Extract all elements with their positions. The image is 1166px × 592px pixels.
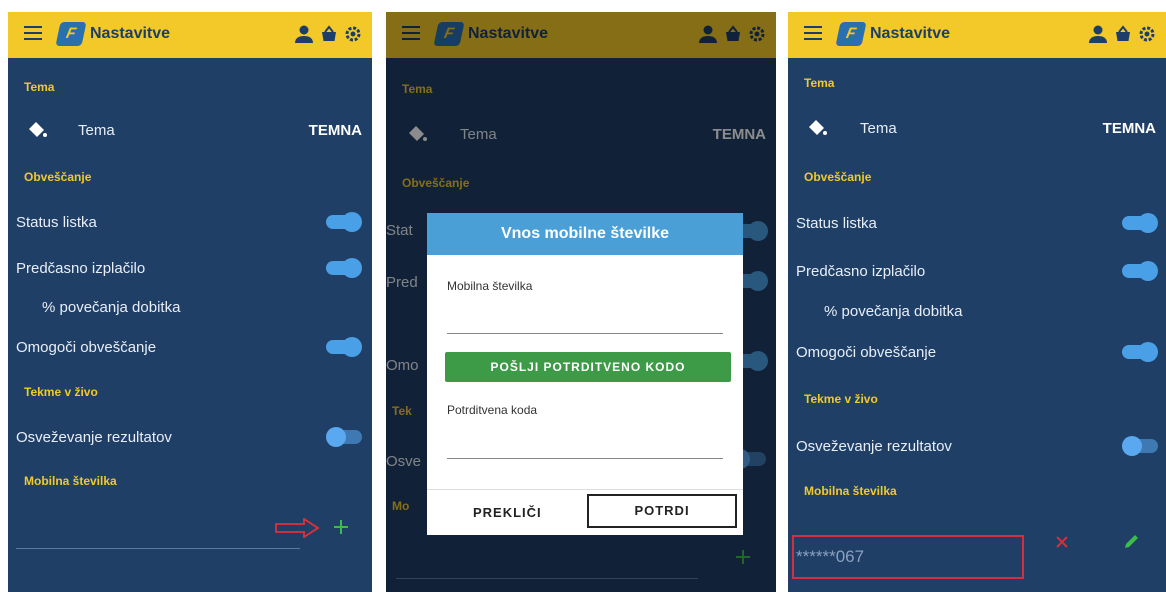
predcasno-label: Predčasno izplačilo <box>796 263 926 280</box>
delete-icon[interactable] <box>1054 534 1070 550</box>
app-logo: F <box>835 22 867 46</box>
omogoci-label: Omogoči obveščanje <box>16 339 157 356</box>
mobile-input-line[interactable] <box>16 548 300 549</box>
mobile-number-dialog: Vnos mobilne številke Mobilna številka P… <box>427 213 743 535</box>
omogoci-toggle[interactable] <box>1122 342 1158 362</box>
status-listka-toggle[interactable] <box>326 212 362 232</box>
osvezevanje-label: Osveževanje rezultatov <box>16 429 172 446</box>
dialog-title: Vnos mobilne številke <box>427 213 743 255</box>
omogoci-toggle[interactable] <box>326 337 362 357</box>
user-icon[interactable] <box>1088 24 1108 44</box>
section-tema: Tema <box>24 80 55 94</box>
app-logo: F <box>55 22 87 46</box>
settings-screen-3: F Nastavitve Tema Tema TEMNA Obveščanje … <box>788 12 1166 592</box>
predcasno-toggle[interactable] <box>326 258 362 278</box>
menu-icon[interactable] <box>804 26 822 40</box>
mobile-number-input[interactable] <box>447 333 723 334</box>
page-title: Nastavitve <box>870 25 951 42</box>
shop-icon[interactable] <box>1114 25 1132 43</box>
section-mobilna: Mobilna številka <box>24 474 117 488</box>
theme-label: Tema <box>860 120 897 137</box>
paint-bucket-icon <box>809 120 827 135</box>
edit-icon[interactable] <box>1122 531 1142 551</box>
predcasno-toggle[interactable] <box>1122 261 1158 281</box>
status-listka-label: Status listka <box>16 214 97 231</box>
osvezevanje-toggle[interactable] <box>1122 436 1158 456</box>
omogoci-label: Omogoči obveščanje <box>796 344 937 361</box>
dialog-divider <box>427 489 743 490</box>
section-tekme: Tekme v živo <box>804 392 878 406</box>
predcasno-label: Predčasno izplačilo <box>16 260 146 277</box>
status-listka-toggle[interactable] <box>1122 213 1158 233</box>
povecanja-label[interactable]: % povečanja dobitka <box>824 303 962 320</box>
shop-icon[interactable] <box>320 25 338 43</box>
send-code-button[interactable]: POŠLJI POTRDITVENO KODO <box>445 352 731 382</box>
settings-screen-1: F Nastavitve Tema Tema TEMNA Obveščanje … <box>8 12 372 592</box>
section-tema: Tema <box>804 76 835 90</box>
status-listka-label: Status listka <box>796 215 877 232</box>
app-header: F Nastavitve <box>788 12 1166 58</box>
settings-icon[interactable] <box>344 25 362 43</box>
page-title: Nastavitve <box>90 25 171 42</box>
user-icon[interactable] <box>294 24 314 44</box>
osvezevanje-toggle[interactable] <box>326 427 362 447</box>
settings-screen-dialog: F Nastavitve Tema Tema TEMNA Obveščanje … <box>386 12 776 592</box>
add-icon[interactable] <box>332 518 350 536</box>
section-tekme: Tekme v živo <box>24 385 98 399</box>
settings-icon[interactable] <box>1138 25 1156 43</box>
osvezevanje-label: Osveževanje rezultatov <box>796 438 952 455</box>
theme-value[interactable]: TEMNA <box>1103 120 1156 137</box>
paint-bucket-icon <box>29 122 47 137</box>
povecanja-label[interactable]: % povečanja dobitka <box>42 299 180 316</box>
mobile-number-label: Mobilna številka <box>447 279 533 293</box>
section-obvescanje: Obveščanje <box>24 170 92 184</box>
confirmation-code-label: Potrditvena koda <box>447 403 538 417</box>
cancel-button[interactable]: PREKLIČI <box>473 505 542 520</box>
app-header: F Nastavitve <box>8 12 372 58</box>
theme-value[interactable]: TEMNA <box>309 122 362 139</box>
section-mobilna: Mobilna številka <box>804 484 897 498</box>
confirm-button[interactable]: POTRDI <box>587 494 737 528</box>
masked-number-text: ******067 <box>796 547 865 566</box>
theme-label: Tema <box>78 122 115 139</box>
menu-icon[interactable] <box>24 26 42 40</box>
arrow-icon <box>275 518 320 538</box>
section-obvescanje: Obveščanje <box>804 170 872 184</box>
confirmation-code-input[interactable] <box>447 458 723 459</box>
masked-mobile-number: ******067 <box>792 535 1024 579</box>
